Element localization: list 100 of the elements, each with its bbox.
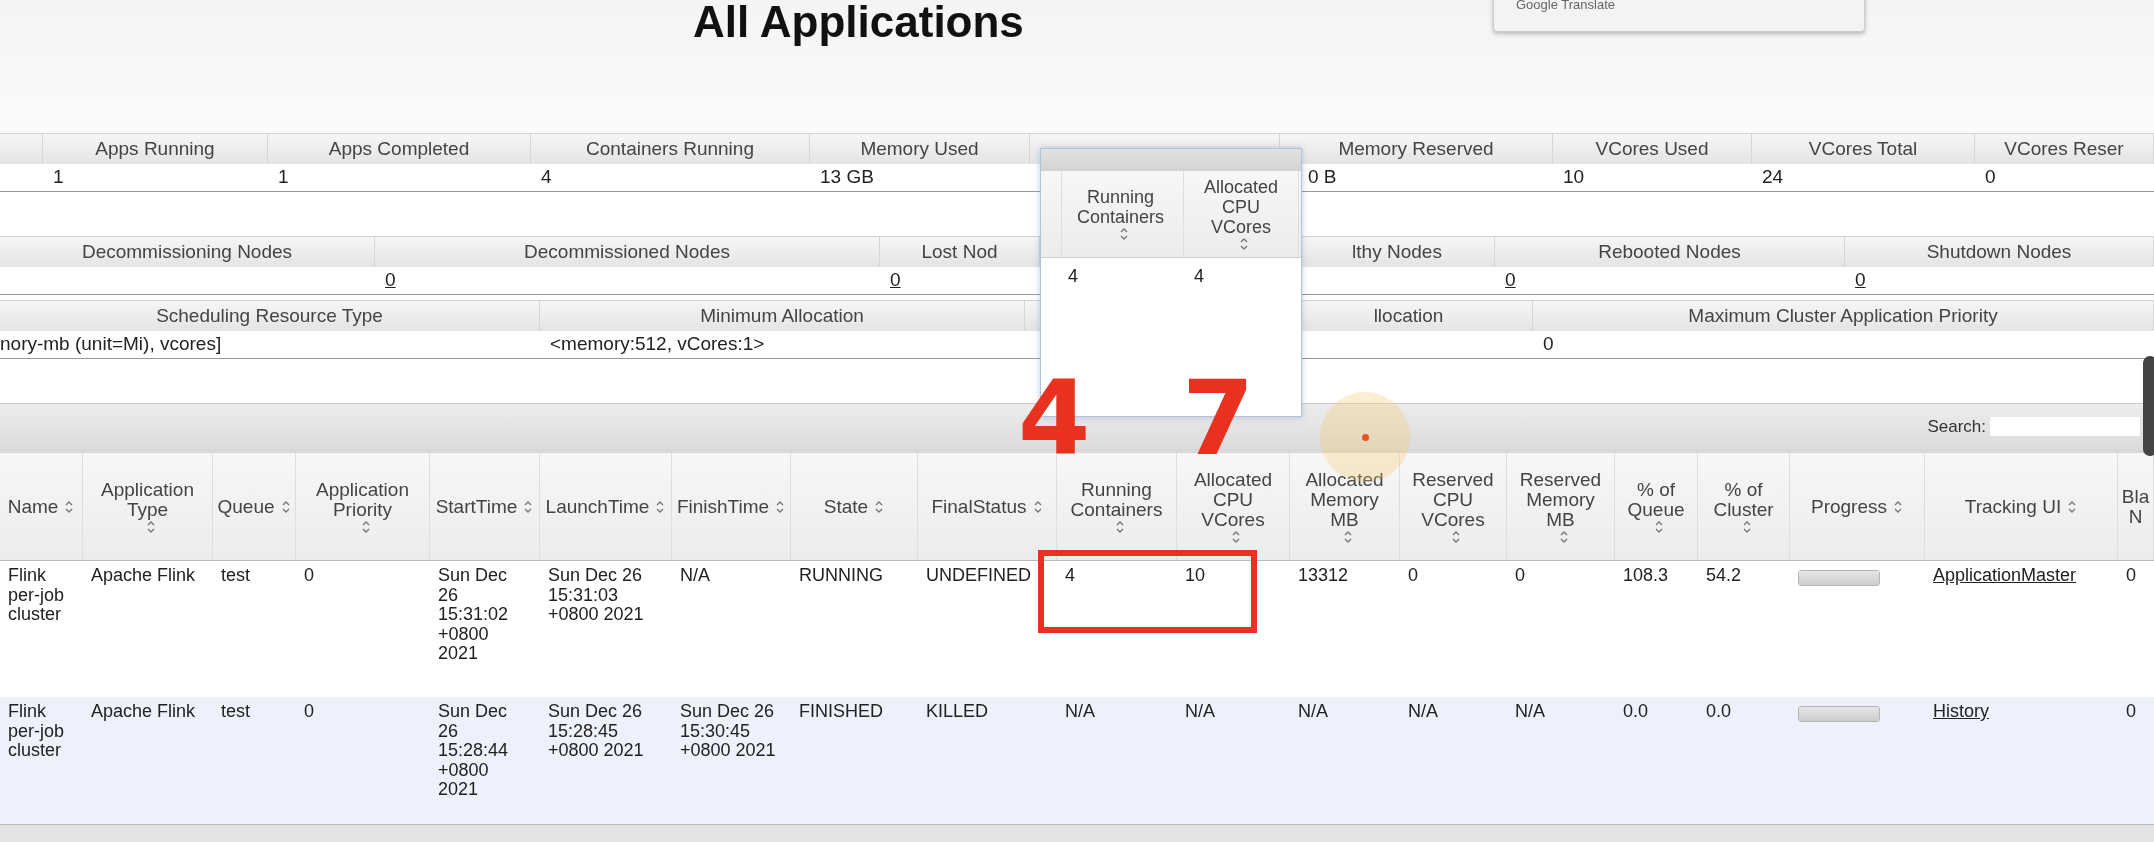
column-header[interactable]: Running Containers xyxy=(1057,453,1177,560)
metric-header: Apps Running xyxy=(43,134,268,164)
metric-value: 0 xyxy=(1985,166,1996,187)
column-header[interactable]: FinishTime xyxy=(672,453,791,560)
tracking-link[interactable]: History xyxy=(1933,701,1989,721)
sort-icon xyxy=(2067,499,2078,514)
table-cell: 4 xyxy=(1194,266,1204,286)
sort-icon xyxy=(1032,499,1043,514)
table-cell: Sun Dec 26 15:28:45 +0800 2021 xyxy=(548,701,644,760)
sort-icon xyxy=(1118,227,1129,241)
table-cell: KILLED xyxy=(926,701,989,721)
column-header[interactable]: Reserved CPU VCores xyxy=(1400,453,1507,560)
metric-value: 1 xyxy=(53,166,64,187)
metric-value: 24 xyxy=(1762,166,1784,187)
sort-icon xyxy=(360,519,371,534)
table-cell: 0 xyxy=(2126,565,2136,585)
table-cell: 13312 xyxy=(1298,565,1349,585)
column-header[interactable]: Allocated Memory MB xyxy=(1290,453,1400,560)
sort-icon xyxy=(523,499,534,514)
column-header[interactable]: Progress xyxy=(1790,453,1925,560)
table-cell: 0.0 xyxy=(1623,701,1649,721)
table-cell: Sun Dec 26 15:28:44 +0800 2021 xyxy=(438,701,509,799)
table-cell: 0 xyxy=(304,565,314,585)
column-header[interactable]: Reserved Memory MB xyxy=(1507,453,1615,560)
sort-icon xyxy=(1231,529,1241,544)
column-header[interactable]: Tracking UI xyxy=(1925,453,2118,560)
column-header[interactable]: FinalStatus xyxy=(918,453,1057,560)
metric-header: Decommissioning Nodes xyxy=(0,237,375,267)
metric-header: VCores Reser xyxy=(1975,134,2154,164)
metric-value: 10 xyxy=(1563,166,1585,187)
sort-icon xyxy=(1558,529,1569,544)
sort-icon xyxy=(1239,237,1249,251)
metric-value: 0 xyxy=(1543,333,1554,354)
metric-header: Shutdown Nodes xyxy=(1845,237,2154,267)
column-header[interactable]: Queue xyxy=(213,453,296,560)
sort-icon xyxy=(145,519,156,534)
table-cell: Apache Flink xyxy=(91,701,196,721)
metric-value: 1 xyxy=(278,166,289,187)
table-cell: N/A xyxy=(1065,701,1095,721)
node-count-link[interactable]: 0 xyxy=(890,269,901,290)
table-cell: FINISHED xyxy=(799,701,883,721)
column-header[interactable]: Allocated CPU VCores xyxy=(1184,171,1299,257)
table-cell: UNDEFINED xyxy=(926,565,1031,585)
column-header[interactable]: LaunchTime xyxy=(540,453,672,560)
table-cell: 4 xyxy=(1065,565,1075,585)
sort-icon xyxy=(655,499,666,514)
metric-header: Memory Used xyxy=(810,134,1030,164)
sort-icon xyxy=(1741,519,1752,534)
table-cell: N/A xyxy=(1298,701,1328,721)
table-cell: 0 xyxy=(2126,701,2136,721)
table-cell: 0.0 xyxy=(1706,701,1732,721)
metric-value: 13 GB xyxy=(820,166,874,187)
table-cell: Sun Dec 26 15:31:02 +0800 2021 xyxy=(438,565,509,663)
column-header[interactable]: State xyxy=(791,453,918,560)
metric-header: Maximum Cluster Application Priority xyxy=(1533,301,2154,331)
tracking-link[interactable]: ApplicationMaster xyxy=(1933,565,2077,585)
column-header[interactable]: % of Cluster xyxy=(1698,453,1790,560)
table-cell: 108.3 xyxy=(1623,565,1669,585)
column-header[interactable]: Allocated CPU VCores xyxy=(1177,453,1290,560)
table-cell: N/A xyxy=(680,565,710,585)
metric-value: 4 xyxy=(541,166,552,187)
table-cell: 0 xyxy=(1408,565,1418,585)
sort-icon xyxy=(1114,519,1125,534)
node-count-link[interactable]: 0 xyxy=(385,269,396,290)
column-header[interactable]: StartTime xyxy=(430,453,540,560)
metric-header: Rebooted Nodes xyxy=(1495,237,1845,267)
metric-value: nory-mb (unit=Mi), vcores] xyxy=(0,333,222,354)
sort-icon xyxy=(64,499,75,514)
column-header[interactable]: % of Queue xyxy=(1615,453,1698,560)
column-header[interactable]: Application Type xyxy=(83,453,213,560)
table-cell: N/A xyxy=(1408,701,1438,721)
metric-header: Apps Completed xyxy=(268,134,531,164)
column-header[interactable]: Running Containers xyxy=(1058,171,1184,257)
table-cell: N/A xyxy=(1515,701,1545,721)
metric-value: <memory:512, vCores:1> xyxy=(550,333,765,354)
sort-icon xyxy=(1893,499,1903,514)
node-count-link[interactable]: 0 xyxy=(1855,269,1866,290)
table-cell: test xyxy=(221,701,250,721)
table-cell: 10 xyxy=(1185,565,1206,585)
table-cell: 54.2 xyxy=(1706,565,1742,585)
sort-icon xyxy=(874,499,885,514)
sort-icon xyxy=(1342,529,1353,544)
metric-header: VCores Used xyxy=(1553,134,1752,164)
sort-icon xyxy=(1451,529,1461,544)
table-cell: Flink per-job cluster xyxy=(8,565,65,624)
column-header[interactable]: Name xyxy=(0,453,83,560)
column-header[interactable]: Application Priority xyxy=(296,453,430,560)
table-cell: test xyxy=(221,565,250,585)
node-count-link[interactable]: 0 xyxy=(1505,269,1516,290)
metric-header: Scheduling Resource Type xyxy=(0,301,540,331)
sort-icon xyxy=(775,499,786,514)
metric-header: VCores Total xyxy=(1752,134,1975,164)
search-field[interactable] xyxy=(1990,417,2140,436)
table-cell: Apache Flink xyxy=(91,565,196,585)
table-cell: RUNNING xyxy=(799,565,883,585)
page-title: All Applications xyxy=(693,0,1024,44)
scrollbar-thumb[interactable] xyxy=(2143,356,2154,456)
translate-popup: Google Translate xyxy=(1493,0,1865,32)
table-cell: 4 xyxy=(1068,266,1078,286)
metric-header: Decommissioned Nodes xyxy=(375,237,880,267)
